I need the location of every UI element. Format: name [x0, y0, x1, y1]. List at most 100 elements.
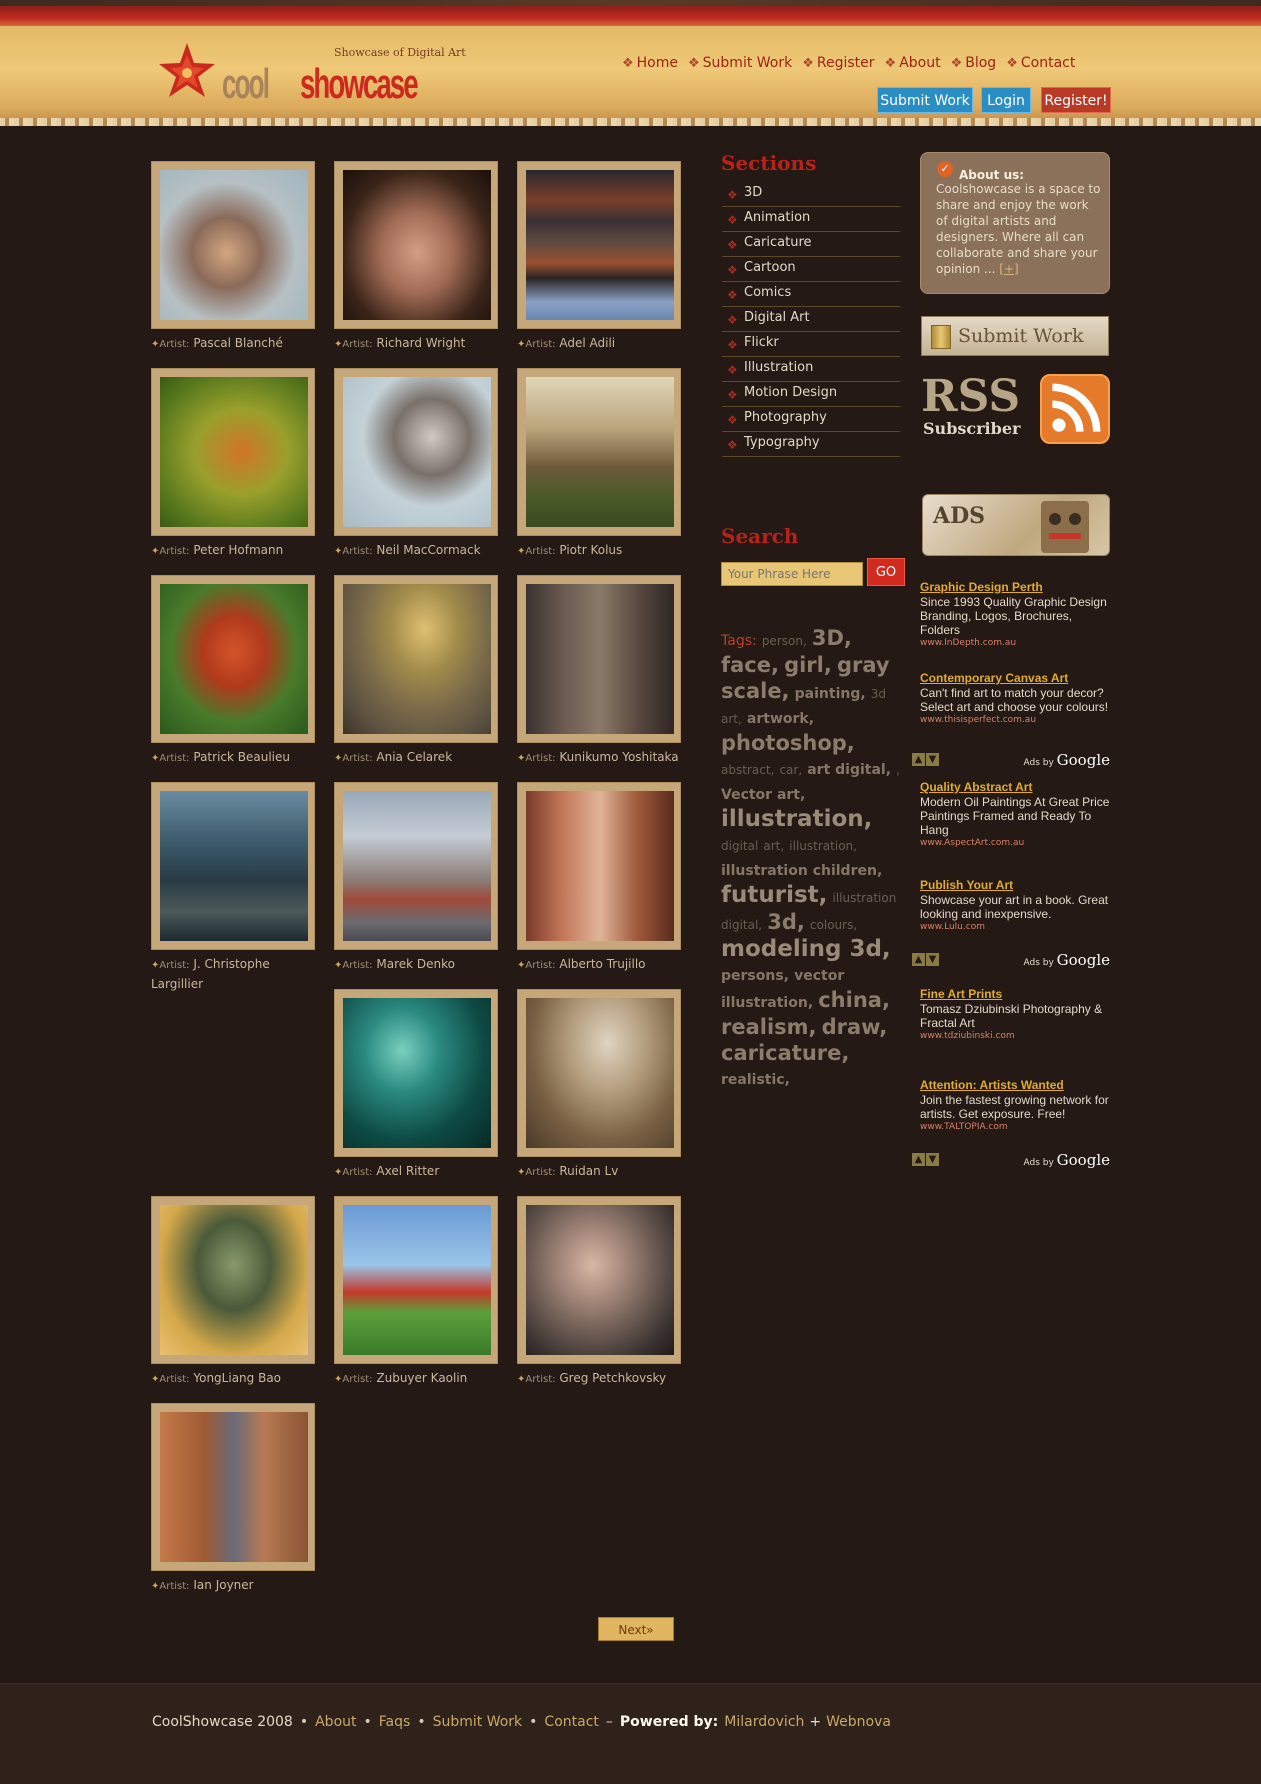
ads-by-label[interactable]: Ads by Google [1023, 1151, 1110, 1169]
tag-link[interactable]: Vector art, [721, 787, 805, 803]
tag-link[interactable]: illustration, [721, 995, 813, 1011]
gallery-thumb[interactable] [334, 368, 498, 536]
tag-link[interactable]: caricature, [721, 1041, 849, 1065]
gallery-thumb[interactable] [334, 575, 498, 743]
ad-title-link[interactable]: Attention: Artists Wanted [920, 1078, 1110, 1092]
ad-url[interactable]: www.thisisperfect.com.au [920, 714, 1110, 726]
register-button[interactable]: Register! [1041, 87, 1111, 113]
next-ad-icon[interactable]: ▼ [926, 953, 939, 966]
next-ad-icon[interactable]: ▼ [926, 1153, 939, 1166]
tag-link[interactable]: scale, [721, 679, 790, 703]
footer-link-about[interactable]: About [315, 1714, 356, 1730]
gallery-thumb[interactable] [334, 161, 498, 329]
tag-link[interactable]: illustration, [721, 806, 872, 832]
footer-link-contact[interactable]: Contact [544, 1714, 598, 1730]
tag-link[interactable]: illustration children, [721, 863, 882, 879]
gallery-thumb[interactable] [334, 1196, 498, 1364]
tag-link[interactable]: artwork, [747, 711, 814, 727]
tag-link[interactable]: , [896, 763, 900, 777]
tag-link[interactable]: modeling 3d, [721, 936, 891, 962]
ads-by-label[interactable]: Ads by Google [1023, 951, 1110, 969]
section-item-comics[interactable]: ❖ Comics [722, 282, 900, 307]
submit-work-banner[interactable]: Submit Work [921, 316, 1109, 356]
artist-name[interactable]: Neil MacCormack [376, 543, 480, 557]
ad-url[interactable]: www.tdziubinski.com [920, 1030, 1110, 1042]
section-item-digital-art[interactable]: ❖ Digital Art [722, 307, 900, 332]
gallery-thumb[interactable] [517, 368, 681, 536]
artist-name[interactable]: Patrick Beaulieu [193, 750, 290, 764]
artist-name[interactable]: Ruidan Lv [559, 1164, 618, 1178]
tag-link[interactable]: art, [721, 712, 742, 726]
tag-link[interactable]: person, [762, 634, 807, 648]
gallery-thumb[interactable] [517, 989, 681, 1157]
tag-link[interactable]: face, [721, 653, 779, 677]
nav-register[interactable]: ❖ Register [802, 53, 874, 73]
artist-name[interactable]: Greg Petchkovsky [559, 1371, 666, 1385]
next-page-button[interactable]: Next» [598, 1617, 674, 1641]
tag-link[interactable]: realism, [721, 1015, 817, 1039]
section-item-caricature[interactable]: ❖ Caricature [722, 232, 900, 257]
ads-banner[interactable]: ADS [922, 494, 1110, 556]
section-item-flickr[interactable]: ❖ Flickr [722, 332, 900, 357]
ad-title-link[interactable]: Publish Your Art [920, 878, 1110, 892]
artist-name[interactable]: Peter Hofmann [193, 543, 283, 557]
ads-by-label[interactable]: Ads by Google [1023, 751, 1110, 769]
tag-link[interactable]: persons, [721, 968, 789, 984]
tag-link[interactable]: colours, [810, 918, 857, 932]
section-item-illustration[interactable]: ❖ Illustration [722, 357, 900, 382]
gallery-thumb[interactable] [151, 575, 315, 743]
tag-link[interactable]: china, [818, 988, 890, 1012]
tag-link[interactable]: art digital, [807, 762, 891, 778]
ad-title-link[interactable]: Graphic Design Perth [920, 580, 1110, 594]
section-item-cartoon[interactable]: ❖ Cartoon [722, 257, 900, 282]
gallery-thumb[interactable] [517, 575, 681, 743]
gallery-thumb[interactable] [517, 161, 681, 329]
gallery-thumb[interactable] [517, 1196, 681, 1364]
prev-ad-icon[interactable]: ▲ [912, 1153, 925, 1166]
tag-link[interactable]: illustration [833, 891, 897, 905]
gallery-thumb[interactable] [151, 1196, 315, 1364]
footer-link-webnova[interactable]: Webnova [826, 1714, 891, 1730]
gallery-thumb[interactable] [334, 782, 498, 950]
about-more-link[interactable]: [+] [999, 262, 1018, 276]
tag-link[interactable]: digital [721, 839, 758, 853]
tag-link[interactable]: art, [763, 839, 784, 853]
gallery-thumb[interactable] [151, 161, 315, 329]
section-item-3d[interactable]: ❖ 3D [722, 182, 900, 207]
tag-link[interactable]: 3d, [767, 910, 805, 934]
nav-about[interactable]: ❖ About [885, 53, 941, 73]
artist-name[interactable]: Ian Joyner [193, 1578, 253, 1592]
tag-link[interactable]: digital, [721, 918, 762, 932]
ad-url[interactable]: www.TALTOPIA.com [920, 1121, 1110, 1133]
artist-name[interactable]: Marek Denko [376, 957, 455, 971]
tag-link[interactable]: car, [779, 763, 802, 777]
search-input[interactable] [721, 562, 863, 586]
rss-subscriber-banner[interactable]: RSS Subscriber [921, 372, 1111, 446]
header-submit-work-button[interactable]: Submit Work [877, 87, 973, 113]
tag-link[interactable]: vector [794, 968, 844, 984]
ad-title-link[interactable]: Contemporary Canvas Art [920, 671, 1110, 685]
nav-blog[interactable]: ❖ Blog [951, 53, 997, 73]
nav-submit-work[interactable]: ❖ Submit Work [688, 53, 792, 73]
artist-name[interactable]: Adel Adili [559, 336, 615, 350]
artist-name[interactable]: YongLiang Bao [193, 1371, 281, 1385]
nav-contact[interactable]: ❖ Contact [1006, 53, 1075, 73]
gallery-thumb[interactable] [151, 782, 315, 950]
tag-link[interactable]: abstract, [721, 763, 774, 777]
ad-title-link[interactable]: Fine Art Prints [920, 987, 1110, 1001]
gallery-thumb[interactable] [151, 368, 315, 536]
ad-url[interactable]: www.Lulu.com [920, 921, 1110, 933]
footer-link-submit-work[interactable]: Submit Work [433, 1714, 523, 1730]
section-item-motion-design[interactable]: ❖ Motion Design [722, 382, 900, 407]
artist-name[interactable]: Ania Celarek [376, 750, 452, 764]
login-button[interactable]: Login [981, 87, 1031, 113]
search-go-button[interactable]: GO [867, 558, 905, 586]
tag-link[interactable]: draw, [822, 1015, 888, 1039]
tag-link[interactable]: realistic, [721, 1072, 790, 1088]
tag-link[interactable]: 3d [871, 687, 886, 701]
site-logo[interactable]: Showcase of Digital Art cool showcase [152, 38, 472, 108]
gallery-thumb[interactable] [334, 989, 498, 1157]
ad-url[interactable]: www.InDepth.com.au [920, 637, 1110, 649]
footer-link-faqs[interactable]: Faqs [379, 1714, 411, 1730]
gallery-thumb[interactable] [517, 782, 681, 950]
